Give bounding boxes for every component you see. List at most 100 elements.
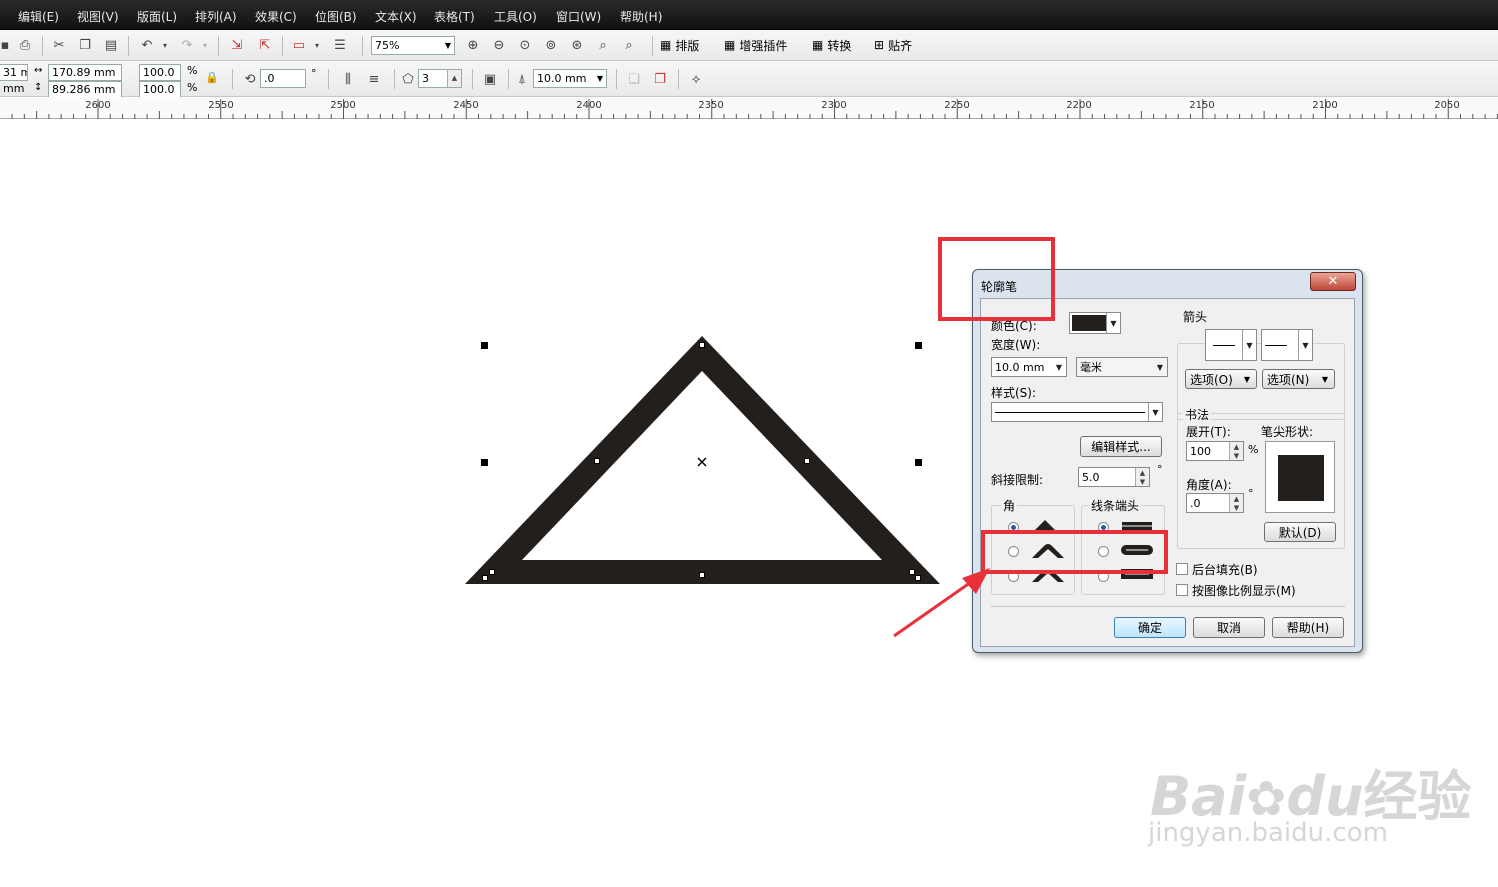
undo-icon[interactable]: ↶ (136, 35, 158, 55)
redo-icon[interactable]: ↷ (176, 35, 198, 55)
to-front-icon[interactable]: ❏ (624, 69, 644, 89)
edit-style-button[interactable]: 编辑样式... (1080, 436, 1162, 457)
chevron-down-icon: ▼ (1242, 330, 1256, 360)
print-icon[interactable]: ⎙ (16, 35, 34, 55)
height-icon: ↕ (34, 82, 43, 93)
behind-fill-checkbox[interactable] (1176, 563, 1188, 575)
miter-limit-field[interactable]: 5.0 ▲ ▼ (1078, 467, 1150, 487)
standard-toolbar: ▪ ⎙ ✂ ❐ ▤ ↶ ▾ ↷ ▾ ⇲ ⇱ ▭ ▾ ☰ 75% ▼ ⊕ ⊖ ⊙ … (0, 30, 1498, 61)
menu-arrange[interactable]: 排列(A) (195, 8, 237, 25)
cancel-button[interactable]: 取消 (1193, 617, 1265, 638)
menu-layout[interactable]: 版面(L) (137, 8, 177, 25)
menu-bitmaps[interactable]: 位图(B) (315, 8, 357, 25)
plugin-layout-button[interactable]: ▦ 排版 (660, 35, 710, 55)
selection-handle[interactable] (915, 459, 922, 466)
height-field[interactable]: 89.286 mm (48, 81, 122, 98)
import-icon[interactable]: ⇲ (226, 35, 248, 55)
calligraphy-angle-label: 角度(A): (1186, 478, 1232, 492)
scale-x-field[interactable]: 100.0 (139, 64, 181, 81)
zoom-page-icon[interactable]: ⊛ (568, 35, 586, 55)
chevron-down-icon: ▼ (1156, 362, 1164, 372)
default-button[interactable]: 默认(D) (1264, 522, 1336, 542)
menu-text[interactable]: 文本(X) (375, 8, 417, 25)
menu-effects[interactable]: 效果(C) (255, 8, 297, 25)
menu-edit[interactable]: 编辑(E) (18, 8, 59, 25)
export-icon[interactable]: ⇱ (254, 35, 276, 55)
scale-with-image-checkbox[interactable] (1176, 584, 1188, 596)
spinner-icon[interactable]: ▲▼ (1229, 442, 1243, 460)
zoom-width-icon[interactable]: ⌕ (594, 35, 612, 55)
convert-to-curves-icon[interactable]: ⟡ (686, 69, 706, 89)
position-y-field[interactable]: mm (0, 81, 28, 98)
redo-dropdown-icon[interactable]: ▾ (200, 35, 210, 55)
ruler-label: 2250 (944, 100, 970, 111)
unit-select[interactable]: 毫米 ▼ (1076, 357, 1168, 377)
save-icon[interactable]: ▪ (0, 35, 10, 55)
scale-y-field[interactable]: 100.0 (139, 81, 181, 98)
mirror-vertical-icon[interactable]: ≡ (364, 69, 384, 89)
ok-button[interactable]: 确定 (1114, 617, 1186, 638)
menu-help[interactable]: 帮助(H) (620, 8, 662, 25)
welcome-icon[interactable]: ☰ (330, 35, 350, 55)
close-button[interactable]: ✕ (1310, 272, 1356, 291)
width-select[interactable]: 10.0 mm ▼ (991, 357, 1067, 377)
shape-node[interactable] (699, 572, 705, 578)
behind-fill-label: 后台填充(B) (1192, 563, 1258, 577)
selection-handle[interactable] (481, 459, 488, 466)
stretch-field[interactable]: 100 ▲ ▼ (1186, 441, 1244, 461)
rotation-angle-field[interactable]: .0 (260, 69, 306, 88)
triangle-interior (522, 371, 882, 560)
zoom-select[interactable]: 75% ▼ (371, 36, 455, 55)
arrow-options-left-button[interactable]: 选项(O) ▼ (1185, 369, 1257, 389)
chevron-down-icon: ▼ (1298, 330, 1312, 360)
arrow-preview (1213, 344, 1235, 346)
mirror-horizontal-icon[interactable]: ⫼ (338, 69, 358, 89)
shape-node[interactable] (699, 342, 705, 348)
menu-window[interactable]: 窗口(W) (556, 8, 601, 25)
polygon-sides-field[interactable]: 3 ▲▼ (418, 69, 462, 88)
to-back-icon[interactable]: ❐ (650, 69, 670, 89)
spinner-icon[interactable]: ▲▼ (1135, 468, 1149, 486)
undo-dropdown-icon[interactable]: ▾ (160, 35, 170, 55)
menu-view[interactable]: 视图(V) (77, 8, 119, 25)
horizontal-ruler[interactable]: 2600 2550 2500 2450 2400 2350 2300 2250 … (0, 97, 1498, 119)
zoom-out-icon[interactable]: ⊖ (490, 35, 508, 55)
nib-shape-preview[interactable] (1265, 441, 1335, 513)
shape-node[interactable] (594, 458, 600, 464)
style-select[interactable]: ▼ (991, 402, 1163, 422)
width-field[interactable]: 170.89 mm (48, 64, 122, 81)
copy-icon[interactable]: ❐ (76, 35, 94, 55)
spinner-icon[interactable]: ▲▼ (447, 70, 461, 87)
outline-width-select[interactable]: 10.0 mm ▼ (533, 69, 607, 88)
plugin-enhance-button[interactable]: ▦ 增强插件 (724, 35, 800, 55)
zoom-height-icon[interactable]: ⌕ (620, 35, 638, 55)
zoom-all-icon[interactable]: ⊚ (542, 35, 560, 55)
plugin-snap-button[interactable]: ⊞ 贴齐 (874, 35, 930, 55)
paste-icon[interactable]: ▤ (102, 35, 120, 55)
zoom-in-icon[interactable]: ⊕ (464, 35, 482, 55)
menu-table[interactable]: 表格(T) (434, 8, 475, 25)
selection-handle[interactable] (915, 342, 922, 349)
selection-handle[interactable] (481, 342, 488, 349)
shape-node[interactable] (482, 575, 488, 581)
app-launcher-icon[interactable]: ▭ (288, 35, 310, 55)
help-button[interactable]: 帮助(H) (1272, 617, 1344, 638)
arrow-options-right-button[interactable]: 选项(N) ▼ (1262, 369, 1335, 389)
zoom-selected-icon[interactable]: ⊙ (516, 35, 534, 55)
shape-node[interactable] (489, 569, 495, 575)
menu-tools[interactable]: 工具(O) (494, 8, 537, 25)
calligraphy-angle-field[interactable]: .0 ▲ ▼ (1186, 493, 1244, 513)
lock-ratio-icon[interactable]: 🔒 (204, 67, 220, 87)
color-picker[interactable]: ▼ (1069, 312, 1121, 334)
start-arrow-select[interactable]: ▼ (1205, 329, 1257, 361)
plugin-convert-button[interactable]: ▦ 转换 (812, 35, 862, 55)
ruler-label: 2050 (1434, 100, 1460, 111)
end-arrow-select[interactable]: ▼ (1261, 329, 1313, 361)
position-x-field[interactable]: 31 mm (0, 64, 28, 81)
shape-node[interactable] (804, 458, 810, 464)
app-launcher-dropdown-icon[interactable]: ▾ (312, 35, 322, 55)
ruler-label: 2400 (576, 100, 602, 111)
spinner-icon[interactable]: ▲▼ (1229, 494, 1243, 512)
wrap-text-icon[interactable]: ▣ (480, 69, 500, 89)
cut-icon[interactable]: ✂ (50, 35, 68, 55)
